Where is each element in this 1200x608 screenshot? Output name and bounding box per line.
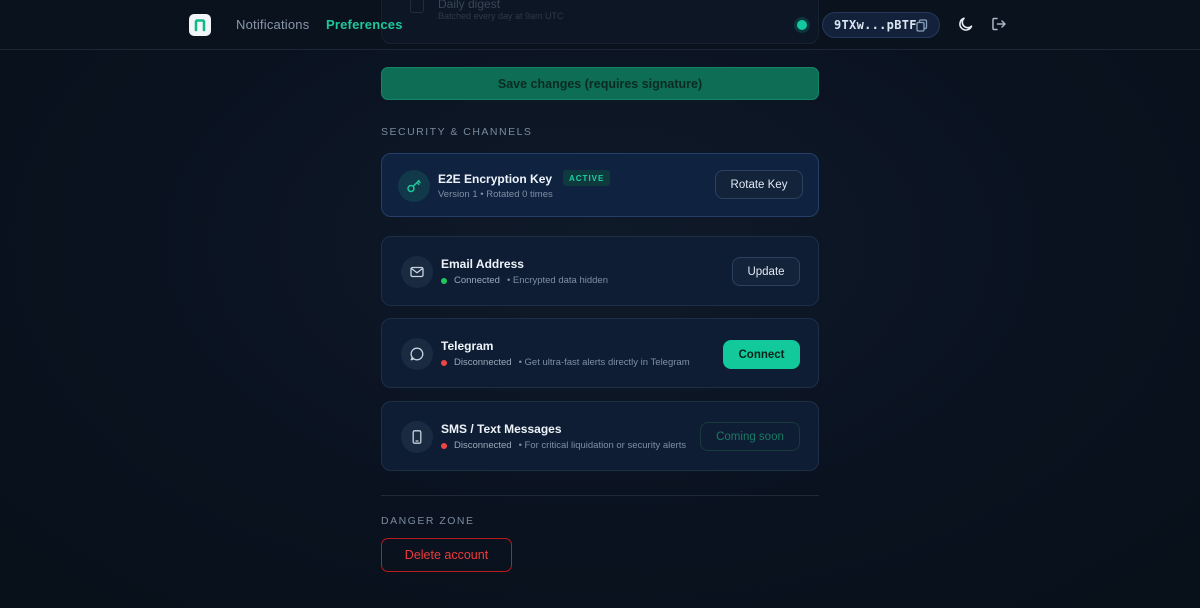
moon-icon[interactable] bbox=[958, 16, 974, 37]
telegram-title: Telegram bbox=[441, 339, 494, 353]
copy-icon[interactable] bbox=[916, 19, 928, 37]
sms-title: SMS / Text Messages bbox=[441, 422, 562, 436]
status-dot-disconnected bbox=[441, 359, 447, 366]
save-changes-button[interactable]: Save changes (requires signature) bbox=[381, 67, 819, 100]
nav-notifications[interactable]: Notifications bbox=[236, 17, 309, 32]
chat-bubble-icon bbox=[401, 338, 433, 370]
status-dot-disconnected bbox=[441, 442, 447, 449]
logout-icon[interactable] bbox=[991, 16, 1007, 37]
email-note: • Encrypted data hidden bbox=[506, 275, 608, 286]
wallet-address: 9TXw...pBTF bbox=[834, 18, 917, 32]
logo-icon[interactable] bbox=[189, 14, 211, 36]
status-dot-connected bbox=[441, 277, 447, 284]
digest-checkbox[interactable] bbox=[410, 0, 424, 13]
encryption-key-subtitle: Version 1 • Rotated 0 times bbox=[438, 189, 553, 200]
encryption-key-title: E2E Encryption Key bbox=[438, 172, 553, 186]
telegram-status: Disconnected bbox=[454, 357, 512, 368]
connect-telegram-button[interactable]: Connect bbox=[723, 340, 800, 369]
section-divider bbox=[381, 495, 819, 496]
email-title: Email Address bbox=[441, 257, 524, 271]
danger-zone-title: DANGER ZONE bbox=[381, 515, 475, 527]
rotate-key-button[interactable]: Rotate Key bbox=[715, 170, 803, 199]
key-icon bbox=[398, 170, 430, 202]
sms-note: • For critical liquidation or security a… bbox=[518, 440, 687, 451]
phone-icon bbox=[401, 421, 433, 453]
update-email-button[interactable]: Update bbox=[732, 257, 800, 286]
scrolled-preference-row: Daily digest Batched every day at 9am UT… bbox=[381, 0, 819, 44]
mail-icon bbox=[401, 256, 433, 288]
sms-coming-soon-button: Coming soon bbox=[700, 422, 800, 451]
sms-channel-card: SMS / Text Messages Disconnected • For c… bbox=[381, 401, 819, 471]
telegram-channel-card: Telegram Disconnected • Get ultra-fast a… bbox=[381, 318, 819, 388]
email-status: Connected bbox=[454, 275, 500, 286]
security-section-title: SECURITY & CHANNELS bbox=[381, 126, 533, 138]
delete-account-button[interactable]: Delete account bbox=[381, 538, 512, 572]
sms-status: Disconnected bbox=[454, 440, 512, 451]
active-badge: ACTIVE bbox=[563, 170, 611, 186]
sms-status-line: Disconnected • For critical liquidation … bbox=[441, 440, 686, 451]
email-status-line: Connected • Encrypted data hidden bbox=[441, 275, 608, 286]
top-bar: Daily digest Batched every day at 9am UT… bbox=[0, 0, 1200, 50]
connection-status-dot bbox=[797, 20, 807, 30]
email-channel-card: Email Address Connected • Encrypted data… bbox=[381, 236, 819, 306]
telegram-status-line: Disconnected • Get ultra-fast alerts dir… bbox=[441, 357, 690, 368]
digest-subtitle: Batched every day at 9am UTC bbox=[438, 11, 564, 21]
telegram-note: • Get ultra-fast alerts directly in Tele… bbox=[518, 357, 690, 368]
nav-preferences[interactable]: Preferences bbox=[326, 17, 403, 32]
digest-title: Daily digest bbox=[438, 0, 501, 11]
wallet-address-pill[interactable]: 9TXw...pBTF bbox=[822, 12, 940, 38]
encryption-key-card: E2E Encryption Key ACTIVE Version 1 • Ro… bbox=[381, 153, 819, 217]
